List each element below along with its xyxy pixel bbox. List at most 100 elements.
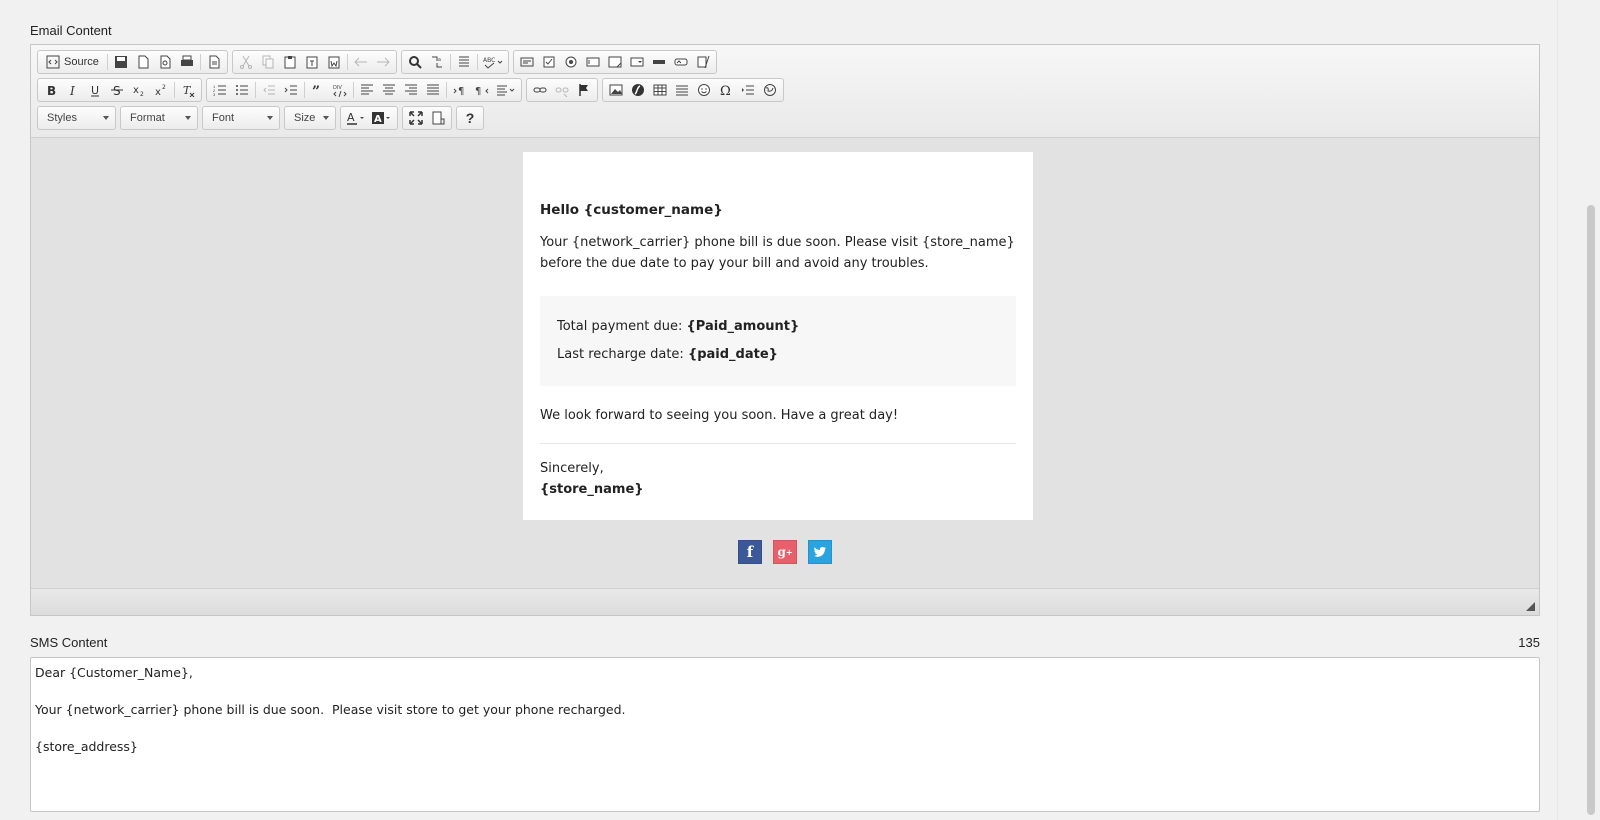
email-greeting: Hello {customer_name} <box>540 202 723 218</box>
page-break-button[interactable] <box>737 80 759 100</box>
select-all-button[interactable] <box>453 52 475 72</box>
preview-button[interactable] <box>154 52 176 72</box>
remove-format-button[interactable]: T <box>177 80 199 100</box>
size-dropdown[interactable]: Size <box>284 106 336 130</box>
image-icon <box>609 84 623 96</box>
rtl-button[interactable]: ¶ <box>471 80 493 100</box>
help-button[interactable]: ? <box>459 108 481 128</box>
special-char-button[interactable]: Ω <box>715 80 737 100</box>
text-color-button[interactable]: A <box>343 108 369 128</box>
paste-text-button[interactable] <box>301 52 323 72</box>
flash-icon <box>632 84 644 96</box>
font-dropdown-label: Font <box>212 112 235 124</box>
replace-button[interactable]: a <box>426 52 448 72</box>
bg-color-button[interactable]: A <box>369 108 395 128</box>
email-body-card: Hello {customer_name} Your {network_carr… <box>523 152 1033 520</box>
textfield-button[interactable] <box>582 52 604 72</box>
blockquote-button[interactable]: ” <box>307 80 329 100</box>
social-links: f g + <box>31 540 1539 564</box>
format-dropdown[interactable]: Format <box>120 106 198 130</box>
bulleted-list-button[interactable] <box>231 80 253 100</box>
justify-button[interactable] <box>422 80 444 100</box>
print-button[interactable] <box>176 52 198 72</box>
print-icon <box>180 55 193 66</box>
link-icon <box>533 87 547 93</box>
iframe-button[interactable] <box>759 80 781 100</box>
image-button-field-button[interactable] <box>670 52 692 72</box>
italic-button[interactable]: I <box>62 80 84 100</box>
globe-icon <box>764 84 776 96</box>
styles-dropdown[interactable]: Styles <box>37 106 116 130</box>
recharge-date-value: {paid_date} <box>687 347 778 362</box>
spellcheck-button[interactable]: ABC <box>480 52 506 72</box>
chevron-down-icon <box>323 116 329 120</box>
underline-button[interactable]: U <box>84 80 106 100</box>
form-button[interactable] <box>516 52 538 72</box>
numbered-list-button[interactable]: 123 <box>209 80 231 100</box>
link-button[interactable] <box>529 80 551 100</box>
indent-button[interactable] <box>280 80 302 100</box>
bold-button[interactable]: B <box>40 80 62 100</box>
twitter-icon[interactable] <box>808 540 832 564</box>
unlink-button[interactable] <box>551 80 573 100</box>
quote-icon: ” <box>312 84 320 97</box>
signoff-text: Sincerely, <box>540 461 604 476</box>
copy-button[interactable] <box>257 52 279 72</box>
redo-button[interactable] <box>372 52 394 72</box>
copy-icon <box>262 55 274 69</box>
image-button[interactable] <box>605 80 627 100</box>
superscript-button[interactable]: x2 <box>150 80 172 100</box>
div-button[interactable]: DIV <box>329 80 351 100</box>
radio-button[interactable] <box>560 52 582 72</box>
new-page-button[interactable] <box>132 52 154 72</box>
sms-content-textarea[interactable]: Dear {Customer_Name}, Your {network_carr… <box>30 657 1540 812</box>
resize-handle-icon[interactable] <box>1526 602 1535 611</box>
font-dropdown[interactable]: Font <box>202 106 280 130</box>
undo-button[interactable] <box>350 52 372 72</box>
paste-button[interactable] <box>279 52 301 72</box>
google-plus-icon[interactable]: g + <box>773 540 797 564</box>
outdent-icon <box>263 85 275 95</box>
maximize-button[interactable] <box>405 108 427 128</box>
facebook-icon[interactable]: f <box>738 540 762 564</box>
paste-word-button[interactable] <box>323 52 345 72</box>
subscript-button[interactable]: x2 <box>128 80 150 100</box>
horizontal-rule-icon <box>676 85 688 96</box>
ltr-button[interactable]: ¶ <box>449 80 471 100</box>
save-button[interactable] <box>110 52 132 72</box>
align-center-button[interactable] <box>378 80 400 100</box>
italic-icon: I <box>69 84 75 97</box>
smiley-button[interactable] <box>693 80 715 100</box>
align-right-button[interactable] <box>400 80 422 100</box>
align-left-button[interactable] <box>356 80 378 100</box>
show-blocks-button[interactable] <box>427 108 449 128</box>
hidden-field-button[interactable] <box>692 52 714 72</box>
horizontal-rule-button[interactable] <box>671 80 693 100</box>
payment-due-label: Total payment due: <box>557 319 687 334</box>
find-button[interactable] <box>404 52 426 72</box>
templates-button[interactable] <box>203 52 225 72</box>
smiley-icon <box>698 84 710 96</box>
cut-button[interactable] <box>235 52 257 72</box>
radio-icon <box>565 56 577 68</box>
recharge-date-label: Last recharge date: <box>557 347 688 362</box>
flash-button[interactable] <box>627 80 649 100</box>
language-button[interactable] <box>493 80 519 100</box>
page-scrollbar[interactable] <box>1557 0 1600 820</box>
svg-text:2: 2 <box>162 84 166 91</box>
outdent-button[interactable] <box>258 80 280 100</box>
select-field-button[interactable] <box>626 52 648 72</box>
table-button[interactable] <box>649 80 671 100</box>
strike-button[interactable]: S <box>106 80 128 100</box>
anchor-button[interactable] <box>573 80 595 100</box>
spellcheck-icon: ABC <box>483 57 503 69</box>
button-field-button[interactable] <box>648 52 670 72</box>
source-button[interactable]: Source <box>40 52 105 72</box>
page-scrollbar-thumb[interactable] <box>1587 205 1595 815</box>
checkbox-button[interactable] <box>538 52 560 72</box>
paste-text-icon <box>306 56 318 69</box>
redo-icon <box>376 57 390 67</box>
payment-due-line: Total payment due: {Paid_amount} <box>557 313 999 341</box>
editor-content-area[interactable]: Hello {customer_name} Your {network_carr… <box>31 138 1539 589</box>
textarea-button[interactable] <box>604 52 626 72</box>
